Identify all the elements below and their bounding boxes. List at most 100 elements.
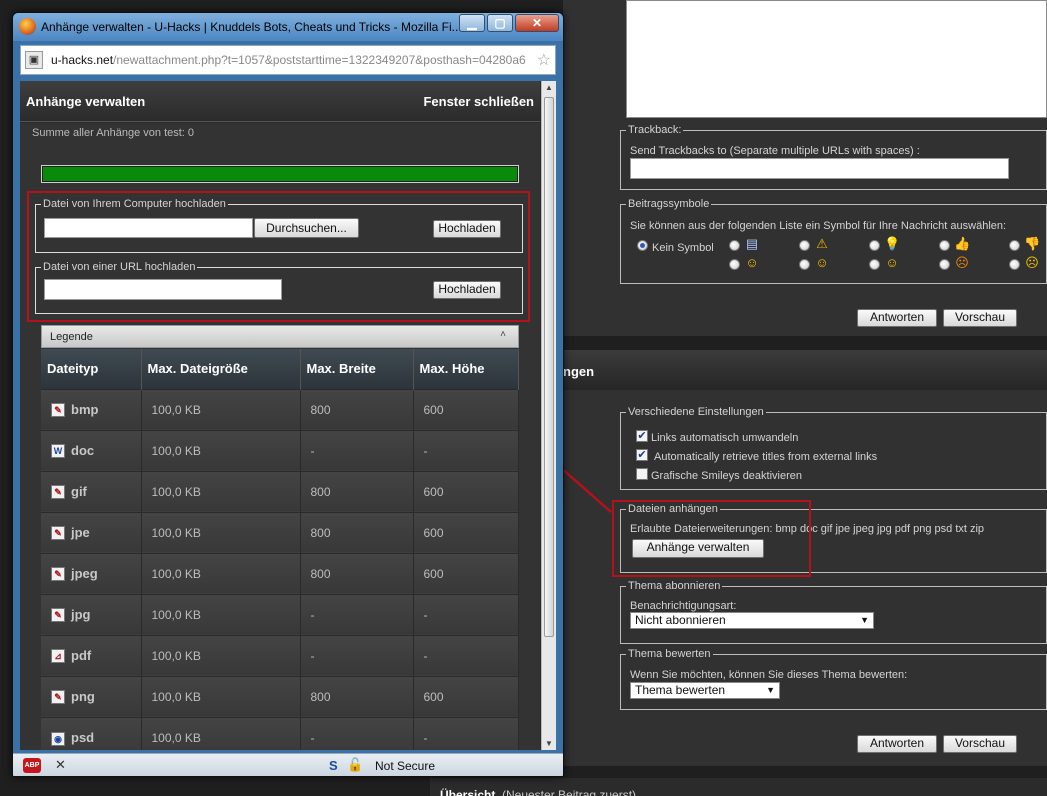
misc-settings-legend: Verschiedene Einstellungen	[628, 406, 764, 418]
scrollbar-thumb[interactable]	[544, 97, 554, 637]
type-cell: ✎ jpg	[41, 593, 142, 635]
width-cell: -	[300, 716, 414, 750]
additional-options-title: ngen	[563, 364, 595, 379]
height-cell: -	[413, 593, 519, 635]
table-row: ✎ jpe 100,0 KB 800 600	[41, 511, 519, 553]
preview-button-bottom[interactable]: Vorschau	[943, 735, 1017, 753]
col-header-width: Max. Breite	[300, 349, 414, 389]
bookmark-star-icon[interactable]: ☆	[537, 50, 551, 70]
reply-button-top[interactable]: Antworten	[857, 309, 937, 327]
popup-window-title: Anhänge verwalten - U-Hacks | Knuddels B…	[41, 20, 461, 34]
attachment-quota-fill	[43, 167, 517, 181]
no-icon-radio[interactable]	[637, 240, 648, 251]
rating-select[interactable]: Thema bewerten ▼	[630, 682, 780, 699]
warning-icon: ⚠	[816, 236, 828, 251]
subscription-select[interactable]: Nicht abonnieren ▼	[630, 612, 874, 629]
size-cell: 100,0 KB	[141, 593, 301, 635]
post-icons-legend: Beitragssymbole	[628, 198, 710, 210]
icon-radio-4[interactable]	[939, 240, 950, 251]
disable-smilies-checkbox[interactable]	[636, 468, 648, 480]
manage-attachments-title: Anhänge verwalten	[26, 94, 146, 109]
trackback-label: Send Trackbacks to (Separate multiple UR…	[630, 145, 920, 157]
pdf-file-icon: ⊿	[51, 649, 65, 664]
legend-bar[interactable]: Legende ˄	[41, 325, 519, 348]
wink-icon: ☺	[815, 255, 829, 270]
type-cell: ✎ jpeg	[41, 552, 142, 594]
type-label: jpe	[71, 524, 90, 540]
browser-status-bar: ABP ✕ S 🔓 Not Secure	[13, 753, 563, 776]
minimize-button[interactable]: ▁	[459, 14, 485, 32]
icon-radio-5[interactable]	[1009, 240, 1020, 251]
size-cell: 100,0 KB	[141, 511, 301, 553]
post-icons-instruction: Sie können aus der folgenden Liste ein S…	[630, 220, 1007, 232]
image-file-icon: ✎	[51, 526, 65, 541]
width-cell: 800	[300, 675, 414, 717]
height-cell: 600	[413, 470, 519, 512]
retrieve-titles-checkbox[interactable]: ✔	[636, 449, 648, 461]
notification-type-label: Benachrichtigungsart:	[630, 600, 737, 612]
legend-bar-label: Legende	[50, 331, 93, 343]
icon-radio-1[interactable]	[729, 240, 740, 251]
icon-radio-7[interactable]	[799, 259, 810, 270]
icon-radio-2[interactable]	[799, 240, 810, 251]
thumbs-up-icon: 👍	[954, 236, 971, 251]
width-cell: 800	[300, 511, 414, 553]
icon-radio-6[interactable]	[729, 259, 740, 270]
auto-links-checkbox[interactable]: ✔	[636, 430, 648, 442]
rating-selected: Thema bewerten	[635, 683, 726, 697]
maximize-button[interactable]: ▢	[487, 14, 513, 32]
chevron-down-icon: ▼	[766, 685, 775, 695]
table-row: ✎ png 100,0 KB 800 600	[41, 675, 519, 717]
message-editor-area[interactable]	[626, 0, 1047, 118]
chevron-down-icon: ▼	[860, 615, 869, 625]
address-bar[interactable]: ▣ u-hacks.net/newattachment.php?t=1057&p…	[20, 45, 556, 75]
size-cell: 100,0 KB	[141, 716, 301, 750]
retrieve-titles-label: Automatically retrieve titles from exter…	[654, 451, 878, 463]
preview-button-top[interactable]: Vorschau	[943, 309, 1017, 327]
icon-radio-10[interactable]	[1009, 259, 1020, 270]
width-cell: -	[300, 429, 414, 471]
type-label: bmp	[71, 401, 99, 417]
adblock-icon[interactable]: ABP	[23, 758, 41, 773]
size-cell: 100,0 KB	[141, 675, 301, 717]
skype-icon[interactable]: S	[329, 758, 343, 773]
table-header-row: Dateityp Max. Dateigröße Max. Breite Max…	[41, 349, 519, 389]
lock-icon[interactable]: 🔓	[347, 757, 363, 773]
close-icon[interactable]: ✕	[55, 757, 66, 773]
table-row: ⊿ pdf 100,0 KB - -	[41, 634, 519, 676]
grin-icon: ☺	[885, 255, 899, 270]
image-file-icon: ✎	[51, 485, 65, 500]
type-cell: ✎ png	[41, 675, 142, 717]
site-identity-icon[interactable]: ▣	[25, 51, 43, 69]
icon-radio-9[interactable]	[939, 259, 950, 270]
trackback-fieldset: Trackback:	[620, 124, 1047, 190]
height-cell: 600	[413, 511, 519, 553]
popup-titlebar[interactable]: Anhänge verwalten - U-Hacks | Knuddels B…	[13, 13, 563, 41]
height-cell: 600	[413, 552, 519, 594]
icon-radio-3[interactable]	[869, 240, 880, 251]
icon-radio-8[interactable]	[869, 259, 880, 270]
type-label: pdf	[71, 647, 92, 663]
scroll-up-icon[interactable]: ▲	[545, 83, 553, 92]
type-label: jpeg	[71, 565, 98, 581]
type-cell: Wdoc	[41, 429, 142, 471]
size-cell: 100,0 KB	[141, 388, 301, 430]
popup-content: Anhänge verwalten Fenster schließen Summ…	[20, 81, 556, 750]
reply-button-bottom[interactable]: Antworten	[857, 735, 937, 753]
close-window-button[interactable]: ✕	[515, 14, 559, 32]
trackback-input[interactable]	[630, 158, 1009, 179]
col-header-size: Max. Dateigröße	[141, 349, 301, 389]
type-cell: ◉ psd	[41, 716, 142, 750]
type-label: jpg	[71, 606, 91, 622]
attachment-sum-label: Summe aller Anhänge von test: 0	[32, 127, 195, 139]
table-row: ✎ jpg 100,0 KB - -	[41, 593, 519, 635]
no-icon-label: Kein Symbol	[652, 242, 714, 254]
col-header-height: Max. Höhe	[413, 349, 519, 389]
popup-scrollbar[interactable]: ▲ ▼	[541, 81, 556, 750]
scroll-down-icon[interactable]: ▼	[545, 739, 553, 748]
smile-icon: ☺	[745, 255, 759, 270]
url-text[interactable]: u-hacks.net/newattachment.php?t=1057&pos…	[51, 53, 536, 67]
security-status: Not Secure	[375, 759, 436, 773]
close-window-link[interactable]: Fenster schließen	[423, 94, 534, 109]
collapse-icon[interactable]: ˄	[500, 329, 506, 340]
